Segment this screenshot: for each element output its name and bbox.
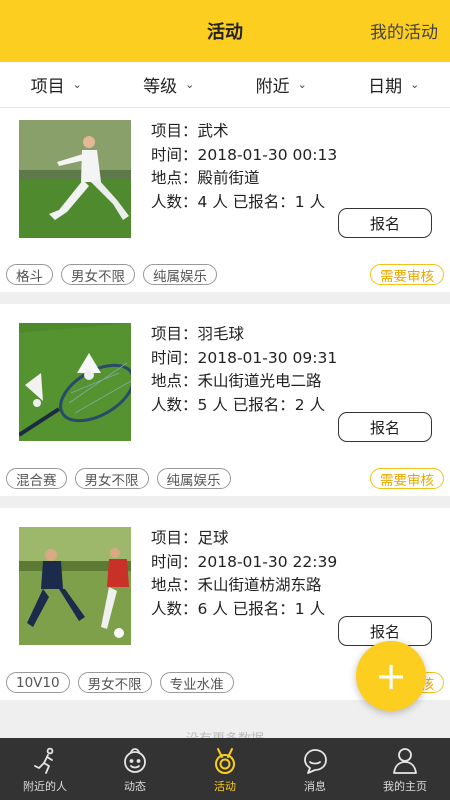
signup-button[interactable]: 报名 xyxy=(338,412,432,442)
my-activity-link[interactable]: 我的活动 xyxy=(370,18,438,43)
chevron-down-icon: ⌄ xyxy=(410,78,420,91)
filter-label: 项目 xyxy=(30,77,65,97)
filter-project[interactable]: 项目 ⌄ xyxy=(0,62,113,107)
project-value: 武术 xyxy=(197,122,229,140)
project-value: 足球 xyxy=(197,529,229,547)
time-value: 2018-01-30 00:13 xyxy=(197,145,338,164)
place-value: 禾山街道光电二路 xyxy=(197,372,322,390)
filter-label: 等级 xyxy=(143,77,178,97)
tab-label: 动态 xyxy=(124,780,146,793)
filter-label: 附近 xyxy=(255,77,290,97)
tag: 混合赛 xyxy=(6,468,67,489)
activity-info: 项目：武术 时间：2018-01-30 00:13 地点：殿前街道 人数：4 人… xyxy=(151,122,338,211)
review-badge: 需要审核 xyxy=(370,468,444,489)
tag-list: 混合赛 男女不限 纯属娱乐 xyxy=(6,468,231,489)
review-badge: 需要审核 xyxy=(370,264,444,285)
tag: 男女不限 xyxy=(61,264,135,285)
runner-icon xyxy=(34,747,54,774)
football-photo xyxy=(19,527,131,645)
filter-label: 日期 xyxy=(368,77,403,97)
activity-card[interactable]: 项目：羽毛球 时间：2018-01-30 09:31 地点：禾山街道光电二路 人… xyxy=(0,304,450,496)
add-activity-button[interactable]: + xyxy=(356,641,426,711)
activity-card[interactable]: 项目：武术 时间：2018-01-30 00:13 地点：殿前街道 人数：4 人… xyxy=(0,108,450,292)
chevron-down-icon: ⌄ xyxy=(185,78,195,91)
tag-list: 10V10 男女不限 专业水准 xyxy=(6,672,234,693)
tab-label: 附近的人 xyxy=(23,780,67,793)
place-value: 殿前街道 xyxy=(197,169,260,187)
tag: 男女不限 xyxy=(77,672,152,693)
filter-bar: 项目 ⌄ 等级 ⌄ 附近 ⌄ 日期 ⌄ xyxy=(0,62,450,108)
signup-button[interactable]: 报名 xyxy=(338,208,432,238)
activity-info: 项目：羽毛球 时间：2018-01-30 09:31 地点：禾山街道光电二路 人… xyxy=(151,325,338,414)
chat-bubble-icon xyxy=(304,749,327,774)
signed-value: 2 xyxy=(294,395,305,414)
badminton-photo xyxy=(19,323,131,441)
tag: 纯属娱乐 xyxy=(156,468,231,489)
tab-activities[interactable]: 活动 xyxy=(180,738,270,800)
face-icon xyxy=(124,748,146,773)
tag: 10V10 xyxy=(6,672,70,693)
person-icon xyxy=(393,748,417,774)
tag: 纯属娱乐 xyxy=(143,264,217,285)
tag: 格斗 xyxy=(6,264,53,285)
count-value: 5 xyxy=(197,395,208,414)
filter-date[interactable]: 日期 ⌄ xyxy=(338,62,450,107)
filter-nearby[interactable]: 附近 ⌄ xyxy=(225,62,338,107)
time-value: 2018-01-30 22:39 xyxy=(197,552,338,571)
tab-label: 消息 xyxy=(304,780,326,793)
chevron-down-icon: ⌄ xyxy=(297,78,307,91)
tab-label: 我的主页 xyxy=(383,780,427,793)
plus-icon: + xyxy=(375,654,407,698)
tab-moments[interactable]: 动态 xyxy=(90,738,180,800)
tag: 男女不限 xyxy=(74,468,149,489)
tab-messages[interactable]: 消息 xyxy=(270,738,360,800)
tab-label: 活动 xyxy=(214,780,236,793)
activity-info: 项目：足球 时间：2018-01-30 22:39 地点：禾山街道枋湖东路 人数… xyxy=(151,529,338,618)
tab-my-profile[interactable]: 我的主页 xyxy=(360,738,450,800)
chevron-down-icon: ⌄ xyxy=(72,78,82,91)
tab-nearby-people[interactable]: 附近的人 xyxy=(0,738,90,800)
count-value: 6 xyxy=(197,599,208,618)
medal-icon xyxy=(215,748,235,774)
tag: 专业水准 xyxy=(159,672,234,693)
time-value: 2018-01-30 09:31 xyxy=(197,348,338,367)
bottom-tab-bar: 附近的人 动态 活动 消息 我的主页 xyxy=(0,738,450,800)
place-value: 禾山街道枋湖东路 xyxy=(197,576,322,594)
top-header: 活动 我的活动 xyxy=(0,0,450,62)
martial-arts-photo xyxy=(19,120,131,238)
count-value: 4 xyxy=(197,192,208,211)
signed-value: 1 xyxy=(294,599,305,618)
project-value: 羽毛球 xyxy=(197,325,245,343)
filter-level[interactable]: 等级 ⌄ xyxy=(113,62,226,107)
signed-value: 1 xyxy=(294,192,305,211)
tag-list: 格斗 男女不限 纯属娱乐 xyxy=(6,264,217,285)
